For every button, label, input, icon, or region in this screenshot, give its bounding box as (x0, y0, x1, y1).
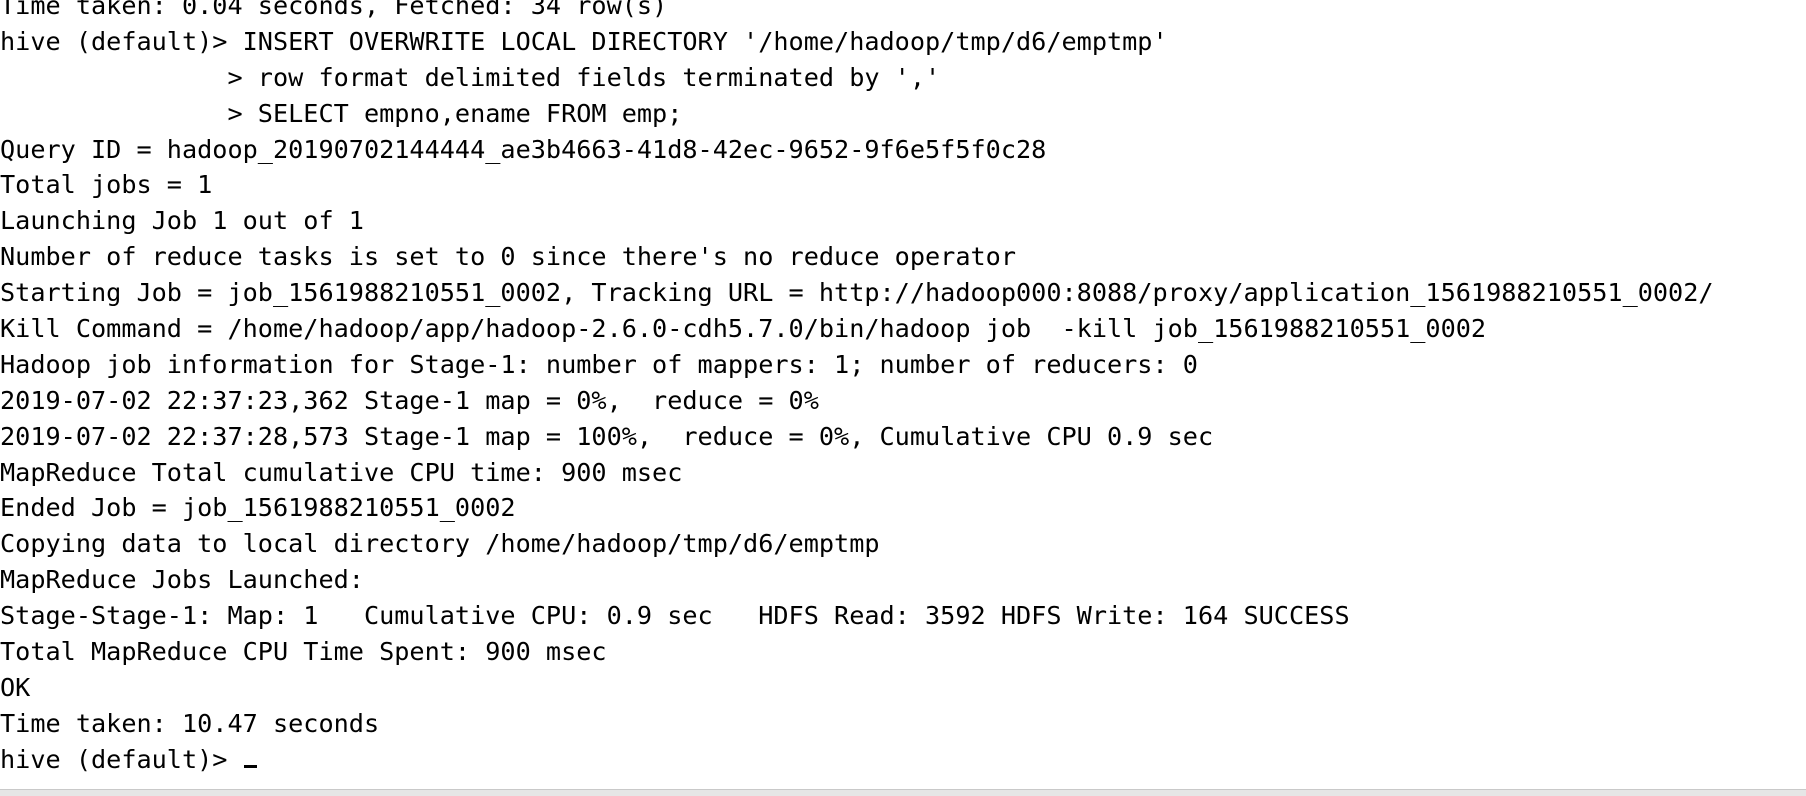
terminal-line: Time taken: 0.04 seconds, Fetched: 34 ro… (0, 0, 668, 20)
terminal-line: 2019-07-02 22:37:23,362 Stage-1 map = 0%… (0, 385, 819, 415)
terminal-line: Launching Job 1 out of 1 (0, 206, 364, 236)
terminal-window[interactable]: Time taken: 0.04 seconds, Fetched: 34 ro… (0, 0, 1806, 796)
window-bottom-edge (0, 789, 1806, 796)
terminal-line: MapReduce Jobs Launched: (0, 565, 364, 595)
terminal-line: Query ID = hadoop_20190702144444_ae3b466… (0, 134, 1047, 164)
terminal-line: Ended Job = job_1561988210551_0002 (0, 493, 516, 523)
terminal-line: Hadoop job information for Stage-1: numb… (0, 349, 1198, 379)
shell-prompt: hive (default)> (0, 744, 243, 774)
terminal-line: Total jobs = 1 (0, 170, 213, 200)
terminal-output: Time taken: 0.04 seconds, Fetched: 34 ro… (0, 0, 1714, 778)
terminal-line: Time taken: 10.47 seconds (0, 708, 380, 738)
terminal-line: > SELECT empno,ename FROM emp; (0, 98, 683, 128)
terminal-line: Starting Job = job_1561988210551_0002, T… (0, 278, 1714, 308)
terminal-line: hive (default)> INSERT OVERWRITE LOCAL D… (0, 26, 1168, 56)
terminal-line: Kill Command = /home/hadoop/app/hadoop-2… (0, 314, 1487, 344)
prompt-line[interactable]: hive (default)> (0, 742, 1714, 778)
terminal-line: MapReduce Total cumulative CPU time: 900… (0, 457, 683, 487)
terminal-line: Copying data to local directory /home/ha… (0, 529, 880, 559)
text-cursor (243, 764, 257, 768)
terminal-line: > row format delimited fields terminated… (0, 62, 941, 92)
terminal-line: Number of reduce tasks is set to 0 since… (0, 242, 1016, 272)
terminal-line: Stage-Stage-1: Map: 1 Cumulative CPU: 0.… (0, 601, 1350, 631)
terminal-line: Total MapReduce CPU Time Spent: 900 msec (0, 637, 607, 667)
terminal-line: 2019-07-02 22:37:28,573 Stage-1 map = 10… (0, 421, 1214, 451)
terminal-line: OK (0, 672, 31, 702)
